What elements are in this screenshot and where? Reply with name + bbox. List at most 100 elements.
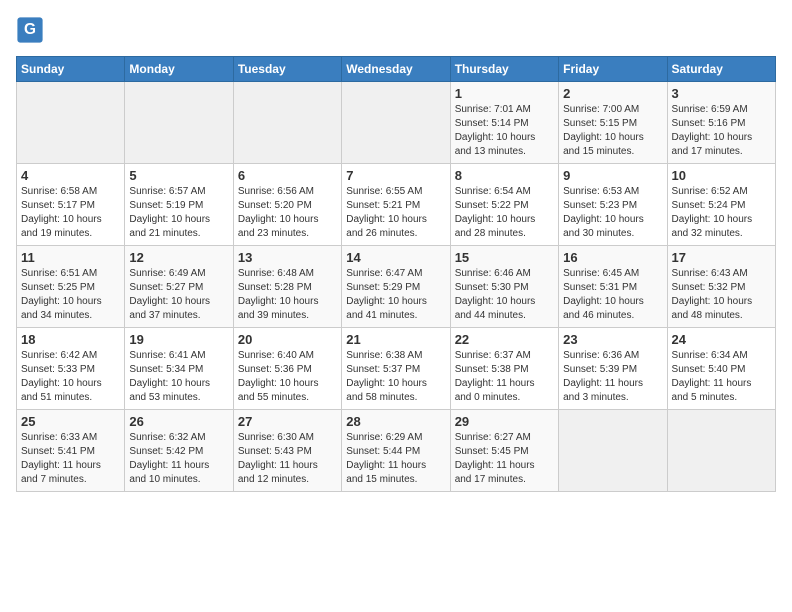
week-row-3: 18 Sunrise: 6:42 AMSunset: 5:33 PMDayligh… bbox=[17, 328, 776, 410]
week-row-4: 25 Sunrise: 6:33 AMSunset: 5:41 PMDayligh… bbox=[17, 410, 776, 492]
day-number: 15 bbox=[455, 250, 554, 265]
day-number: 8 bbox=[455, 168, 554, 183]
day-cell: 12 Sunrise: 6:49 AMSunset: 5:27 PMDayligh… bbox=[125, 246, 233, 328]
calendar-table: SundayMondayTuesdayWednesdayThursdayFrid… bbox=[16, 56, 776, 492]
day-cell bbox=[667, 410, 775, 492]
day-info: Sunrise: 6:29 AMSunset: 5:44 PMDaylight:… bbox=[346, 431, 445, 487]
day-header-sunday: Sunday bbox=[17, 57, 125, 82]
day-info: Sunrise: 6:58 AMSunset: 5:17 PMDaylight:… bbox=[21, 185, 120, 241]
day-cell: 7Sunrise: 6:55 AMSunset: 5:21 PMDaylight… bbox=[342, 164, 450, 246]
day-info: Sunrise: 6:45 AMSunset: 5:31 PMDaylight:… bbox=[563, 267, 662, 323]
week-row-2: 11 Sunrise: 6:51 AMSunset: 5:25 PMDayligh… bbox=[17, 246, 776, 328]
day-info: Sunrise: 6:54 AMSunset: 5:22 PMDaylight:… bbox=[455, 185, 554, 241]
day-number: 24 bbox=[672, 332, 771, 347]
day-number: 2 bbox=[563, 86, 662, 101]
day-number: 25 bbox=[21, 414, 120, 429]
day-cell: 28 Sunrise: 6:29 AMSunset: 5:44 PMDayligh… bbox=[342, 410, 450, 492]
day-header-monday: Monday bbox=[125, 57, 233, 82]
day-number: 3 bbox=[672, 86, 771, 101]
day-number: 5 bbox=[129, 168, 228, 183]
day-info: Sunrise: 6:34 AMSunset: 5:40 PMDaylight:… bbox=[672, 349, 771, 405]
day-cell: 4 Sunrise: 6:58 AMSunset: 5:17 PMDaylight… bbox=[17, 164, 125, 246]
day-info: Sunrise: 6:43 AMSunset: 5:32 PMDaylight:… bbox=[672, 267, 771, 323]
day-header-saturday: Saturday bbox=[667, 57, 775, 82]
day-header-tuesday: Tuesday bbox=[233, 57, 341, 82]
day-number: 11 bbox=[21, 250, 120, 265]
day-cell: 20Sunrise: 6:40 AMSunset: 5:36 PMDayligh… bbox=[233, 328, 341, 410]
day-cell bbox=[342, 82, 450, 164]
week-row-0: 1 Sunrise: 7:01 AMSunset: 5:14 PMDaylight… bbox=[17, 82, 776, 164]
day-number: 1 bbox=[455, 86, 554, 101]
day-number: 13 bbox=[238, 250, 337, 265]
day-number: 27 bbox=[238, 414, 337, 429]
day-cell: 10 Sunrise: 6:52 AMSunset: 5:24 PMDayligh… bbox=[667, 164, 775, 246]
day-info: Sunrise: 6:30 AMSunset: 5:43 PMDaylight:… bbox=[238, 431, 337, 487]
day-cell: 3 Sunrise: 6:59 AMSunset: 5:16 PMDaylight… bbox=[667, 82, 775, 164]
day-cell: 24 Sunrise: 6:34 AMSunset: 5:40 PMDayligh… bbox=[667, 328, 775, 410]
logo: G bbox=[16, 16, 48, 44]
day-info: Sunrise: 6:46 AMSunset: 5:30 PMDaylight:… bbox=[455, 267, 554, 323]
day-info: Sunrise: 6:52 AMSunset: 5:24 PMDaylight:… bbox=[672, 185, 771, 241]
day-cell: 25 Sunrise: 6:33 AMSunset: 5:41 PMDayligh… bbox=[17, 410, 125, 492]
day-info: Sunrise: 6:38 AMSunset: 5:37 PMDaylight:… bbox=[346, 349, 445, 405]
day-info: Sunrise: 6:40 AMSunset: 5:36 PMDaylight:… bbox=[238, 349, 337, 405]
day-cell: 8 Sunrise: 6:54 AMSunset: 5:22 PMDaylight… bbox=[450, 164, 558, 246]
day-cell bbox=[17, 82, 125, 164]
day-info: Sunrise: 6:53 AMSunset: 5:23 PMDaylight:… bbox=[563, 185, 662, 241]
day-info: Sunrise: 6:55 AMSunset: 5:21 PMDaylight:… bbox=[346, 185, 445, 241]
day-number: 29 bbox=[455, 414, 554, 429]
day-cell: 17 Sunrise: 6:43 AMSunset: 5:32 PMDayligh… bbox=[667, 246, 775, 328]
day-number: 18 bbox=[21, 332, 120, 347]
day-info: Sunrise: 6:49 AMSunset: 5:27 PMDaylight:… bbox=[129, 267, 228, 323]
day-cell bbox=[233, 82, 341, 164]
day-number: 17 bbox=[672, 250, 771, 265]
day-number: 12 bbox=[129, 250, 228, 265]
day-cell: 2 Sunrise: 7:00 AMSunset: 5:15 PMDaylight… bbox=[559, 82, 667, 164]
day-info: Sunrise: 6:48 AMSunset: 5:28 PMDaylight:… bbox=[238, 267, 337, 323]
day-header-wednesday: Wednesday bbox=[342, 57, 450, 82]
day-number: 28 bbox=[346, 414, 445, 429]
logo-icon: G bbox=[16, 16, 44, 44]
day-info: Sunrise: 7:01 AMSunset: 5:14 PMDaylight:… bbox=[455, 103, 554, 159]
day-info: Sunrise: 6:51 AMSunset: 5:25 PMDaylight:… bbox=[21, 267, 120, 323]
day-number: 26 bbox=[129, 414, 228, 429]
day-cell: 13 Sunrise: 6:48 AMSunset: 5:28 PMDayligh… bbox=[233, 246, 341, 328]
day-header-thursday: Thursday bbox=[450, 57, 558, 82]
day-cell: 18 Sunrise: 6:42 AMSunset: 5:33 PMDayligh… bbox=[17, 328, 125, 410]
day-cell: 22 Sunrise: 6:37 AMSunset: 5:38 PMDayligh… bbox=[450, 328, 558, 410]
day-info: Sunrise: 6:56 AMSunset: 5:20 PMDaylight:… bbox=[238, 185, 337, 241]
day-cell: 26Sunrise: 6:32 AMSunset: 5:42 PMDayligh… bbox=[125, 410, 233, 492]
day-number: 6 bbox=[238, 168, 337, 183]
day-cell: 16Sunrise: 6:45 AMSunset: 5:31 PMDayligh… bbox=[559, 246, 667, 328]
svg-text:G: G bbox=[24, 21, 36, 38]
calendar-header-row: SundayMondayTuesdayWednesdayThursdayFrid… bbox=[17, 57, 776, 82]
day-cell bbox=[125, 82, 233, 164]
day-info: Sunrise: 7:00 AMSunset: 5:15 PMDaylight:… bbox=[563, 103, 662, 159]
day-info: Sunrise: 6:42 AMSunset: 5:33 PMDaylight:… bbox=[21, 349, 120, 405]
day-cell: 6 Sunrise: 6:56 AMSunset: 5:20 PMDaylight… bbox=[233, 164, 341, 246]
page-header: G bbox=[16, 16, 776, 44]
day-info: Sunrise: 6:27 AMSunset: 5:45 PMDaylight:… bbox=[455, 431, 554, 487]
day-info: Sunrise: 6:33 AMSunset: 5:41 PMDaylight:… bbox=[21, 431, 120, 487]
day-number: 21 bbox=[346, 332, 445, 347]
day-info: Sunrise: 6:57 AMSunset: 5:19 PMDaylight:… bbox=[129, 185, 228, 241]
day-cell: 15 Sunrise: 6:46 AMSunset: 5:30 PMDayligh… bbox=[450, 246, 558, 328]
day-cell: 27 Sunrise: 6:30 AMSunset: 5:43 PMDayligh… bbox=[233, 410, 341, 492]
day-info: Sunrise: 6:59 AMSunset: 5:16 PMDaylight:… bbox=[672, 103, 771, 159]
day-info: Sunrise: 6:36 AMSunset: 5:39 PMDaylight:… bbox=[563, 349, 662, 405]
day-info: Sunrise: 6:47 AMSunset: 5:29 PMDaylight:… bbox=[346, 267, 445, 323]
day-number: 10 bbox=[672, 168, 771, 183]
day-number: 19 bbox=[129, 332, 228, 347]
day-cell: 11 Sunrise: 6:51 AMSunset: 5:25 PMDayligh… bbox=[17, 246, 125, 328]
day-number: 22 bbox=[455, 332, 554, 347]
day-number: 23 bbox=[563, 332, 662, 347]
day-cell: 29 Sunrise: 6:27 AMSunset: 5:45 PMDayligh… bbox=[450, 410, 558, 492]
day-cell bbox=[559, 410, 667, 492]
week-row-1: 4 Sunrise: 6:58 AMSunset: 5:17 PMDaylight… bbox=[17, 164, 776, 246]
day-number: 14 bbox=[346, 250, 445, 265]
day-cell: 19 Sunrise: 6:41 AMSunset: 5:34 PMDayligh… bbox=[125, 328, 233, 410]
day-number: 4 bbox=[21, 168, 120, 183]
day-info: Sunrise: 6:41 AMSunset: 5:34 PMDaylight:… bbox=[129, 349, 228, 405]
day-info: Sunrise: 6:37 AMSunset: 5:38 PMDaylight:… bbox=[455, 349, 554, 405]
day-cell: 23 Sunrise: 6:36 AMSunset: 5:39 PMDayligh… bbox=[559, 328, 667, 410]
